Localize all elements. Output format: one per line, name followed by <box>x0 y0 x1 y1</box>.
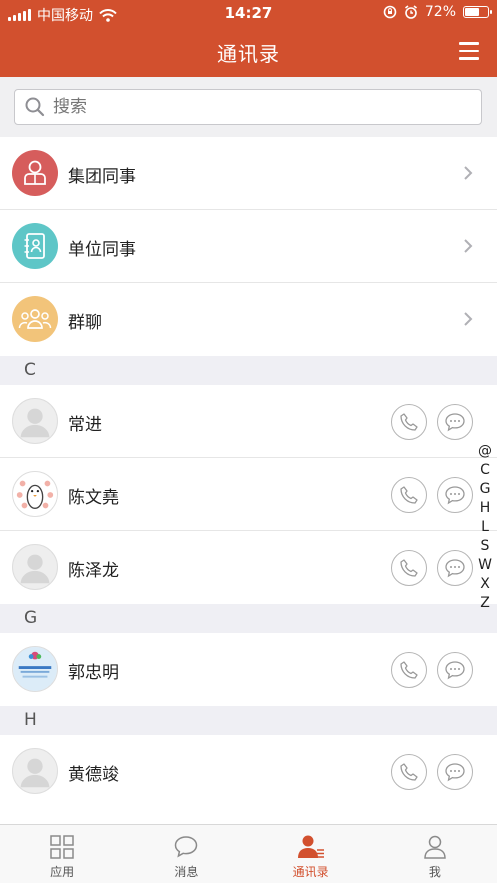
hamburger-icon <box>459 42 479 45</box>
call-button[interactable] <box>391 550 427 586</box>
section-header-c: C <box>0 356 497 385</box>
tab-me[interactable]: 我 <box>373 825 497 883</box>
index-letter[interactable]: X <box>480 575 490 594</box>
contact-name: 郭忠明 <box>68 663 119 683</box>
search-icon <box>25 97 45 117</box>
contact-row[interactable]: 陈文堯 <box>0 458 497 531</box>
index-letter[interactable]: L <box>481 518 489 537</box>
call-button[interactable] <box>391 652 427 688</box>
group-label: 单位同事 <box>68 240 136 260</box>
index-letter[interactable]: S <box>481 537 490 556</box>
index-letter[interactable]: W <box>478 556 492 575</box>
tab-contacts[interactable]: 通讯录 <box>249 825 373 883</box>
chat-bubble-icon <box>445 486 465 505</box>
contact-row[interactable]: 郭忠明 <box>0 633 497 706</box>
group-list: 集团同事 单位同事 群聊 <box>0 137 497 356</box>
group-label: 集团同事 <box>68 167 136 187</box>
contacts-icon <box>297 835 324 858</box>
contact-list-h: 黄德竣 <box>0 735 497 824</box>
message-button[interactable] <box>437 652 473 688</box>
index-letter[interactable]: @ <box>478 442 492 461</box>
call-button[interactable] <box>391 754 427 790</box>
default-avatar-icon <box>12 398 58 444</box>
section-header-g: G <box>0 604 497 633</box>
search-input[interactable] <box>53 97 433 117</box>
contact-row[interactable]: 常进 <box>0 385 497 458</box>
chevron-right-icon <box>464 239 473 253</box>
index-letter[interactable]: G <box>480 480 491 499</box>
app-header: 中国移动 14:27 72% 通讯录 <box>0 0 497 77</box>
chat-bubble-icon <box>445 413 465 432</box>
phone-icon <box>400 559 418 577</box>
group-row-unit[interactable]: 单位同事 <box>0 210 497 283</box>
index-letter[interactable]: C <box>480 461 490 480</box>
chat-bubble-icon <box>445 559 465 578</box>
contact-list-c: 常进 陈文堯 陈泽龙 <box>0 385 497 604</box>
message-button[interactable] <box>437 550 473 586</box>
battery-icon <box>463 6 492 18</box>
alarm-icon <box>404 5 417 19</box>
message-button[interactable] <box>437 477 473 513</box>
battery-percent: 72% <box>424 4 456 20</box>
person-badge-icon <box>12 150 58 196</box>
index-letter[interactable]: H <box>480 499 491 518</box>
default-avatar-icon <box>12 544 58 590</box>
photo-avatar <box>12 471 58 517</box>
search-area <box>0 77 497 137</box>
tab-label: 应用 <box>50 865 75 879</box>
chat-bubble-icon <box>445 763 465 782</box>
status-bar: 中国移动 14:27 72% <box>0 0 497 26</box>
group-row-chats[interactable]: 群聊 <box>0 283 497 356</box>
address-book-icon <box>12 223 58 269</box>
chevron-right-icon <box>464 312 473 326</box>
chat-bubble-icon <box>445 661 465 680</box>
tab-label: 我 <box>428 865 441 879</box>
message-button[interactable] <box>437 754 473 790</box>
chevron-right-icon <box>464 166 473 180</box>
phone-icon <box>400 413 418 431</box>
group-people-icon <box>12 296 58 342</box>
index-letter[interactable]: Z <box>480 594 490 613</box>
group-row-colleagues[interactable]: 集团同事 <box>0 137 497 210</box>
chat-bubble-icon <box>175 836 198 858</box>
section-header-h: H <box>0 706 497 735</box>
contact-name: 陈泽龙 <box>68 561 119 581</box>
search-bar[interactable] <box>14 89 482 125</box>
page-title: 通讯录 <box>217 42 280 66</box>
alphabet-index[interactable]: @ C G H L S W X Z <box>477 442 493 613</box>
group-label: 群聊 <box>68 313 102 333</box>
call-button[interactable] <box>391 477 427 513</box>
message-button[interactable] <box>437 404 473 440</box>
call-button[interactable] <box>391 404 427 440</box>
tab-apps[interactable]: 应用 <box>0 825 124 883</box>
menu-button[interactable] <box>459 42 479 60</box>
contact-row[interactable]: 黄德竣 <box>0 735 497 808</box>
rotation-lock-icon <box>383 5 397 19</box>
contact-list-g: 郭忠明 <box>0 633 497 706</box>
tab-bar: 应用 消息 通讯录 我 <box>0 824 497 883</box>
user-icon <box>424 835 446 859</box>
phone-icon <box>400 661 418 679</box>
phone-icon <box>400 763 418 781</box>
contact-row[interactable]: 陈泽龙 <box>0 531 497 604</box>
grid-icon <box>50 835 74 859</box>
contact-name: 黄德竣 <box>68 765 119 785</box>
photo-avatar <box>12 646 58 692</box>
tab-label: 通讯录 <box>292 865 329 879</box>
phone-icon <box>400 486 418 504</box>
contact-name: 陈文堯 <box>68 488 119 508</box>
contact-name: 常进 <box>68 415 102 435</box>
tab-messages[interactable]: 消息 <box>124 825 248 883</box>
tab-label: 消息 <box>174 865 199 879</box>
default-avatar-icon <box>12 748 58 794</box>
